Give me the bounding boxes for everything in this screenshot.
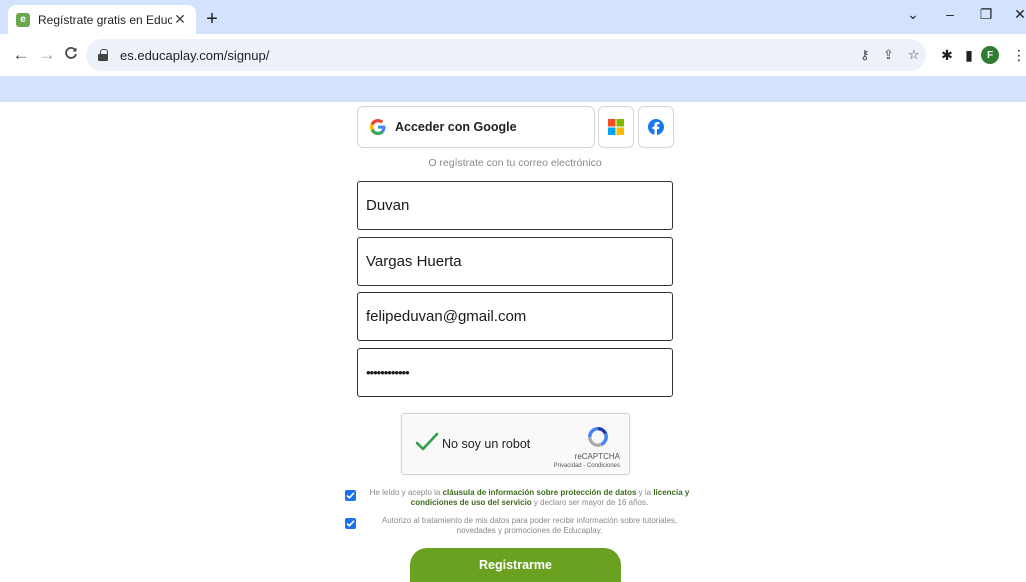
facebook-icon [648,119,664,135]
recaptcha-widget: No soy un robot reCAPTCHA Privacidad - C… [401,413,630,475]
restore-icon[interactable]: ❐ [974,6,998,23]
privacy-consent-row: He leído y acepto la cláusula de informa… [345,488,691,507]
bookmark-star-icon[interactable]: ☆ [908,39,920,71]
privacy-consent-checkbox[interactable] [345,490,356,501]
last-name-field[interactable] [357,237,673,286]
signup-page: Acceder con Google O regístrate con tu c… [0,102,1026,582]
marketing-consent-checkbox[interactable] [345,518,356,529]
email-field[interactable] [357,292,673,341]
minimize-icon[interactable]: – [938,6,962,22]
checkbox-check-icon [346,520,355,527]
email-signup-divider-text: O regístrate con tu correo electrónico [428,157,602,169]
lock-icon [98,49,108,61]
recaptcha-terms-link[interactable]: Privacidad - Condiciones [522,463,620,469]
url-text: es.educaplay.com/signup/ [120,47,270,63]
close-window-icon[interactable]: ✕ [1008,6,1026,23]
checkbox-check-icon [346,492,355,499]
tab-search-icon[interactable]: ⌄ [901,6,925,23]
captcha-label: No soy un robot [442,437,531,451]
password-field[interactable] [357,348,673,397]
microsoft-icon [608,119,624,135]
profile-avatar[interactable]: F [981,46,999,64]
browser-tab[interactable]: e Regístrate gratis en Educaplay ✕ [8,5,196,34]
forward-icon[interactable]: → [36,44,58,66]
side-panel-icon[interactable]: ▮ [958,44,980,66]
bookmarks-bar [0,76,1026,102]
marketing-consent-row: Autorizo al tratamiento de mis datos par… [345,516,691,535]
share-icon[interactable]: ⇪ [883,39,894,71]
google-login-label: Acceder con Google [395,120,517,134]
google-icon [370,119,386,135]
reload-icon[interactable] [60,44,82,66]
educaplay-favicon-icon: e [16,12,30,27]
register-button[interactable]: Registrarme [410,548,621,582]
tab-title: Regístrate gratis en Educaplay [38,12,172,27]
browser-menu-icon[interactable]: ⋮ [1008,44,1026,66]
consent-text-part: y la [636,488,654,497]
google-login-button[interactable]: Acceder con Google [357,106,595,148]
tab-strip: e Regístrate gratis en Educaplay ✕ + ⌄ –… [0,0,1026,34]
data-protection-link[interactable]: cláusula de información sobre protección… [443,488,637,497]
recaptcha-brand-text: reCAPTCHA [574,452,620,461]
browser-toolbar: ← → es.educaplay.com/signup/ ⚷ ⇪ ☆ ✱ ▮ F… [0,34,1026,76]
key-icon[interactable]: ⚷ [860,39,870,71]
captcha-checkmark-icon[interactable] [415,430,439,454]
privacy-consent-text: He leído y acepto la cláusula de informa… [356,488,691,507]
consent-text-part: He leído y acepto la [369,488,443,497]
first-name-field[interactable] [357,181,673,230]
tab-close-icon[interactable]: ✕ [172,11,188,28]
facebook-login-button[interactable] [638,106,674,148]
marketing-consent-text: Autorizo al tratamiento de mis datos par… [381,516,678,535]
new-tab-icon[interactable]: + [200,8,224,32]
consent-text-part: y declaro ser mayor de 16 años. [531,497,649,507]
extensions-puzzle-icon[interactable]: ✱ [936,44,958,66]
social-login-row: Acceder con Google [357,106,677,148]
address-bar[interactable]: es.educaplay.com/signup/ ⚷ ⇪ ☆ [86,39,926,71]
recaptcha-logo-icon [588,426,608,447]
microsoft-login-button[interactable] [598,106,634,148]
back-icon[interactable]: ← [10,44,32,66]
